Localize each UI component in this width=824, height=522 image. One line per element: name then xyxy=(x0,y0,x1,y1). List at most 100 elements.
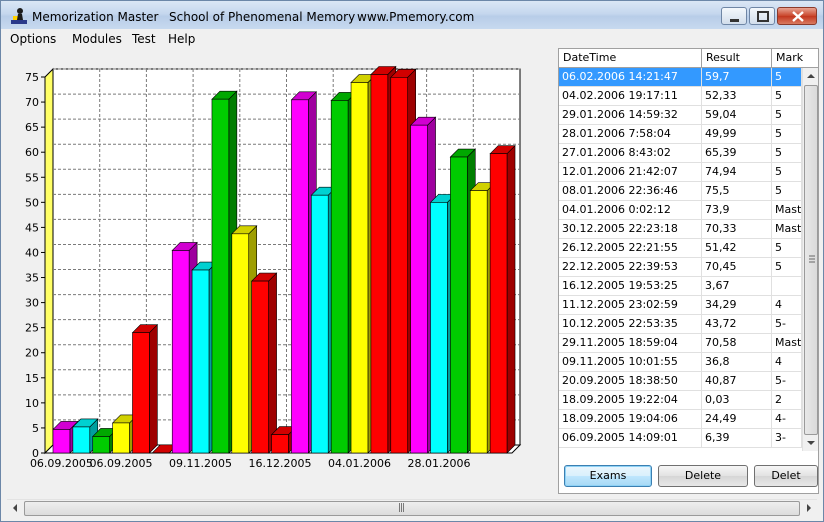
cell-mark: 4 xyxy=(772,296,802,315)
cell-datetime: 22.12.2005 22:39:53 xyxy=(559,258,702,277)
table-row[interactable]: 08.01.2006 22:36:46 75,5 5 xyxy=(559,182,802,201)
bar-front xyxy=(251,280,269,454)
menu-modules[interactable]: Modules xyxy=(72,32,122,46)
bar-front xyxy=(211,98,230,454)
cell-mark: Maste xyxy=(772,334,802,353)
y-tick-label: 60 xyxy=(25,146,39,159)
table-row[interactable]: 29.11.2005 18:59:0470,58Maste xyxy=(559,334,802,353)
cell-datetime: 10.12.2005 22:53:35 xyxy=(559,315,702,334)
cell-mark: 4- xyxy=(772,410,802,429)
chart-bar xyxy=(131,323,159,454)
cell-datetime: 26.12.2005 22:21:55 xyxy=(559,239,702,258)
cell-result: 3,67 xyxy=(702,277,772,296)
cell-datetime: 09.11.2005 10:01:55 xyxy=(559,353,702,372)
menu-help[interactable]: Help xyxy=(168,32,195,46)
y-tick-label: 30 xyxy=(25,297,39,310)
table-row[interactable]: 18.09.2005 19:22:04 0,03 2 xyxy=(559,391,802,410)
vertical-scrollbar[interactable] xyxy=(802,68,818,451)
bar-front xyxy=(430,202,448,454)
menu-test[interactable]: Test xyxy=(132,32,156,46)
minimize-button[interactable] xyxy=(721,7,747,25)
cell-result: 49,99 xyxy=(702,125,772,144)
table-row[interactable]: 26.12.2005 22:21:55 51,42 5 xyxy=(559,239,802,258)
bar-front xyxy=(410,124,428,454)
cell-mark: 5- xyxy=(772,372,802,391)
table-row[interactable]: 28.01.2006 7:58:04 49,99 5 xyxy=(559,125,802,144)
cell-mark: 5 xyxy=(772,87,802,106)
y-tick-label: 50 xyxy=(25,196,39,209)
close-icon xyxy=(792,11,804,22)
table-row[interactable]: 06.09.2005 14:09:01 6,39 3- xyxy=(559,429,802,448)
cell-result: 65,39 xyxy=(702,144,772,163)
bar-side xyxy=(149,323,158,454)
cell-result: 34,29 xyxy=(702,296,772,315)
table-body: 06.02.2006 14:21:47 59,7 5 04.02.2006 19:17… xyxy=(559,68,802,451)
chart-bar xyxy=(250,272,278,454)
table-row[interactable]: 29.01.2006 14:59:32 59,04 5 xyxy=(559,106,802,125)
bar-front xyxy=(350,82,369,454)
cell-result: 43,72 xyxy=(702,315,772,334)
scroll-up-icon[interactable] xyxy=(803,68,819,84)
cell-result: 70,45 xyxy=(702,258,772,277)
menu-options[interactable]: Options xyxy=(10,32,56,46)
minimize-icon xyxy=(730,19,739,22)
y-tick-label: 65 xyxy=(25,121,39,134)
table-row[interactable]: 04.01.2006 0:02:1273,9Maste xyxy=(559,201,802,220)
cell-result: 6,39 xyxy=(702,429,772,448)
delete-all-button[interactable]: Delet xyxy=(754,465,818,487)
scroll-right-icon[interactable] xyxy=(801,500,817,516)
y-tick-label: 35 xyxy=(25,272,39,285)
column-header-result[interactable]: Result xyxy=(702,49,772,68)
bar-front xyxy=(112,422,130,454)
cell-datetime: 08.01.2006 22:36:46 xyxy=(559,182,702,201)
bar-side xyxy=(268,272,277,454)
y-tick-label: 5 xyxy=(32,422,39,435)
table-row[interactable]: 09.11.2005 10:01:55 36,8 4 xyxy=(559,353,802,372)
table-row[interactable]: 27.01.2006 8:43:02 65,39 5 xyxy=(559,144,802,163)
delete-button[interactable]: Delete xyxy=(658,465,748,487)
column-header-mark[interactable]: Mark xyxy=(772,49,818,68)
cell-result: 24,49 xyxy=(702,410,772,429)
bar-front xyxy=(132,332,150,454)
x-tick-label: 28.01.2006 xyxy=(407,457,470,470)
x-tick-label: 06.09.2005 xyxy=(90,457,153,470)
column-header-datetime[interactable]: DateTime xyxy=(559,49,702,68)
x-tick-label: 16.12.2005 xyxy=(249,457,312,470)
cell-result: 0,03 xyxy=(702,391,772,410)
table-row[interactable]: 18.09.2005 19:04:06 24,49 4- xyxy=(559,410,802,429)
table-row[interactable]: 22.12.2005 22:39:53 70,45 5 xyxy=(559,258,802,277)
table-row[interactable]: 06.02.2006 14:21:47 59,7 5 xyxy=(559,68,802,87)
table-row[interactable]: 16.12.2005 19:53:25 3,67 xyxy=(559,277,802,296)
table-row[interactable]: 20.09.2005 18:38:50 40,87 5- xyxy=(559,372,802,391)
maximize-button[interactable] xyxy=(749,7,775,25)
cell-mark: 5 xyxy=(772,258,802,277)
bar-front xyxy=(52,429,71,454)
table-row[interactable]: 11.12.2005 23:02:59 34,29 4 xyxy=(559,296,802,315)
table-row[interactable]: 04.02.2006 19:17:11 52,33 5 xyxy=(559,87,802,106)
cell-mark: 3- xyxy=(772,429,802,448)
y-tick-label: 55 xyxy=(25,171,39,184)
scroll-down-icon[interactable] xyxy=(803,435,819,451)
horizontal-scrollbar[interactable]: ||| xyxy=(7,499,817,516)
vertical-scroll-thumb[interactable] xyxy=(804,85,818,435)
bar-front xyxy=(231,233,250,454)
table-row[interactable]: 30.12.2005 22:23:1870,33Maste xyxy=(559,220,802,239)
y-tick-label: 20 xyxy=(25,347,39,360)
menu-bar: Options Modules Test Help xyxy=(1,29,823,48)
table-row[interactable]: 10.12.2005 22:53:35 43,72 5- xyxy=(559,315,802,334)
scroll-left-icon[interactable] xyxy=(7,500,23,516)
exams-button[interactable]: Exams xyxy=(564,465,652,487)
cell-mark: 5 xyxy=(772,182,802,201)
bar-front xyxy=(191,269,210,454)
close-button[interactable] xyxy=(777,7,817,25)
cell-result: 40,87 xyxy=(702,372,772,391)
grip-icon xyxy=(809,255,815,263)
horizontal-scroll-thumb[interactable]: ||| xyxy=(24,501,800,516)
cell-datetime: 06.09.2005 14:09:01 xyxy=(559,429,702,448)
y-tick-label: 10 xyxy=(25,397,39,410)
title-bar[interactable]: Memorization Master School of Phenomenal… xyxy=(1,1,823,29)
cell-mark: Maste xyxy=(772,201,802,220)
cell-datetime: 11.12.2005 23:02:59 xyxy=(559,296,702,315)
app-logo-icon xyxy=(10,7,28,25)
table-row[interactable]: 12.01.2006 21:42:07 74,94 5 xyxy=(559,163,802,182)
